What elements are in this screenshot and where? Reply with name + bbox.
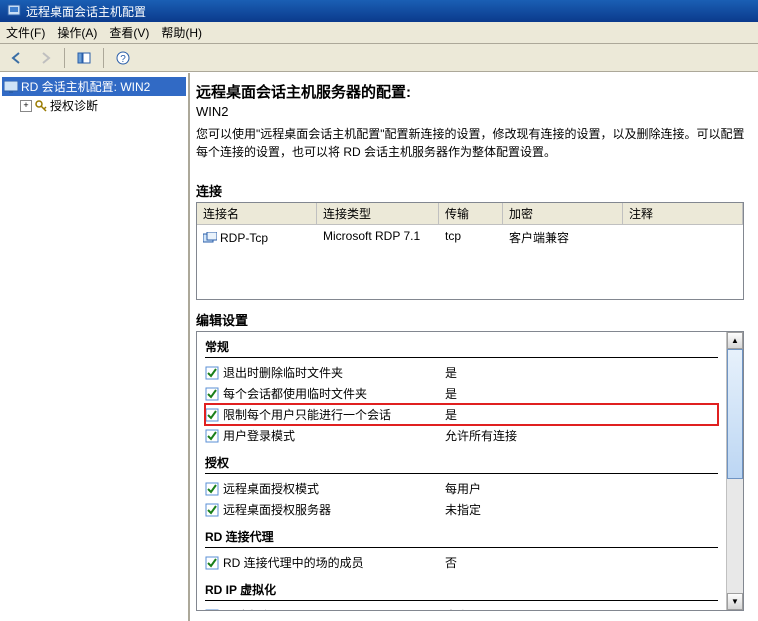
checkbox-icon (205, 609, 219, 611)
setting-value: 允许所有连接 (445, 427, 718, 444)
group-general: 常规 (205, 336, 718, 358)
group-ip-virtualization: RD IP 虚拟化 (205, 579, 718, 601)
setting-label: 远程桌面授权模式 (223, 480, 319, 497)
tree-child-item[interactable]: + 授权诊断 (18, 96, 186, 115)
checkbox-icon (205, 482, 219, 496)
col-header-type[interactable]: 连接类型 (317, 203, 439, 224)
menu-view[interactable]: 查看(V) (109, 24, 149, 41)
expander-icon[interactable]: + (20, 100, 32, 112)
titlebar-text: 远程桌面会话主机配置 (26, 3, 146, 20)
connections-heading: 连接 (196, 181, 758, 200)
monitor-icon (4, 81, 18, 93)
scroll-up-button[interactable]: ▲ (727, 332, 743, 349)
setting-label: IP 虚拟化 (223, 607, 273, 610)
titlebar: 远程桌面会话主机配置 (0, 0, 758, 22)
setting-label: 限制每个用户只能进行一个会话 (223, 406, 391, 423)
setting-label: 远程桌面授权服务器 (223, 501, 331, 518)
setting-value: 每用户 (445, 480, 718, 497)
checkbox-icon (205, 366, 219, 380)
menu-help[interactable]: 帮助(H) (161, 24, 202, 41)
connections-header-row: 连接名 连接类型 传输 加密 注释 (197, 203, 743, 225)
scroll-down-button[interactable]: ▼ (727, 593, 743, 610)
scroll-track[interactable] (727, 349, 743, 593)
setting-value: 是 (445, 385, 718, 402)
setting-value: 是 (445, 364, 718, 381)
setting-label: 用户登录模式 (223, 427, 295, 444)
col-header-name[interactable]: 连接名 (197, 203, 317, 224)
menu-file[interactable]: 文件(F) (6, 24, 45, 41)
content-panel: 远程桌面会话主机服务器的配置: WIN2 您可以使用"远程桌面会话主机配置"配置… (190, 73, 758, 621)
menu-action[interactable]: 操作(A) (57, 24, 97, 41)
back-button[interactable] (6, 47, 28, 69)
setting-row-ip-virt[interactable]: IP 虚拟化 未启用 (205, 605, 718, 610)
toolbar-separator (64, 48, 65, 68)
edit-settings-heading: 编辑设置 (196, 310, 758, 329)
checkbox-icon (205, 556, 219, 570)
page-description: 您可以使用"远程桌面会话主机配置"配置新连接的设置，修改现有连接的设置，以及删除… (196, 125, 758, 161)
group-broker: RD 连接代理 (205, 526, 718, 548)
show-hide-tree-button[interactable] (73, 47, 95, 69)
vertical-scrollbar[interactable]: ▲ ▼ (726, 332, 743, 610)
setting-value: 未启用 (445, 607, 718, 610)
connection-note (623, 227, 743, 248)
connection-name: RDP-Tcp (220, 231, 268, 245)
checkbox-icon (205, 387, 219, 401)
tree-root-item[interactable]: RD 会话主机配置: WIN2 (2, 77, 186, 96)
setting-row-license-server[interactable]: 远程桌面授权服务器 未指定 (205, 499, 718, 520)
toolbar-separator (103, 48, 104, 68)
checkbox-icon (205, 503, 219, 517)
key-icon (35, 100, 47, 112)
setting-row-delete-temp[interactable]: 退出时删除临时文件夹 是 (205, 362, 718, 383)
forward-button[interactable] (34, 47, 56, 69)
setting-label: 每个会话都使用临时文件夹 (223, 385, 367, 402)
setting-value: 是 (445, 406, 718, 423)
app-icon (6, 3, 22, 19)
checkbox-icon (205, 408, 219, 422)
setting-row-broker-member[interactable]: RD 连接代理中的场的成员 否 (205, 552, 718, 573)
page-title: 远程桌面会话主机服务器的配置: (196, 81, 758, 102)
setting-row-license-mode[interactable]: 远程桌面授权模式 每用户 (205, 478, 718, 499)
connection-row[interactable]: RDP-Tcp Microsoft RDP 7.1 tcp 客户端兼容 (197, 225, 743, 250)
menubar: 文件(F) 操作(A) 查看(V) 帮助(H) (0, 22, 758, 44)
settings-body: 常规 退出时删除临时文件夹 是 每个会话都使用临时文件夹 是 (197, 332, 726, 610)
connection-type: Microsoft RDP 7.1 (317, 227, 439, 248)
tree-root-label: RD 会话主机配置: WIN2 (21, 78, 150, 95)
help-button[interactable]: ? (112, 47, 134, 69)
setting-row-one-session[interactable]: 限制每个用户只能进行一个会话 是 (205, 404, 718, 425)
checkbox-icon (205, 429, 219, 443)
scroll-thumb[interactable] (727, 349, 743, 479)
settings-panel: 常规 退出时删除临时文件夹 是 每个会话都使用临时文件夹 是 (196, 331, 744, 611)
tree-child-label: 授权诊断 (50, 97, 98, 114)
col-header-note[interactable]: 注释 (623, 203, 743, 224)
main-area: RD 会话主机配置: WIN2 + 授权诊断 远程桌面会话主机服务器的配置: W… (0, 72, 758, 621)
tree-panel: RD 会话主机配置: WIN2 + 授权诊断 (0, 73, 190, 621)
setting-value: 否 (445, 554, 718, 571)
connections-table: 连接名 连接类型 传输 加密 注释 RDP-Tcp Microsoft RDP … (196, 202, 744, 300)
connection-transport: tcp (439, 227, 503, 248)
setting-value: 未指定 (445, 501, 718, 518)
col-header-encryption[interactable]: 加密 (503, 203, 623, 224)
col-header-transport[interactable]: 传输 (439, 203, 503, 224)
setting-label: 退出时删除临时文件夹 (223, 364, 343, 381)
setting-label: RD 连接代理中的场的成员 (223, 554, 364, 571)
connection-encryption: 客户端兼容 (503, 227, 623, 248)
server-name: WIN2 (196, 104, 758, 119)
setting-row-use-temp[interactable]: 每个会话都使用临时文件夹 是 (205, 383, 718, 404)
svg-text:?: ? (120, 54, 126, 65)
setting-row-login-mode[interactable]: 用户登录模式 允许所有连接 (205, 425, 718, 446)
group-license: 授权 (205, 452, 718, 474)
connection-icon (203, 232, 217, 244)
toolbar: ? (0, 44, 758, 72)
